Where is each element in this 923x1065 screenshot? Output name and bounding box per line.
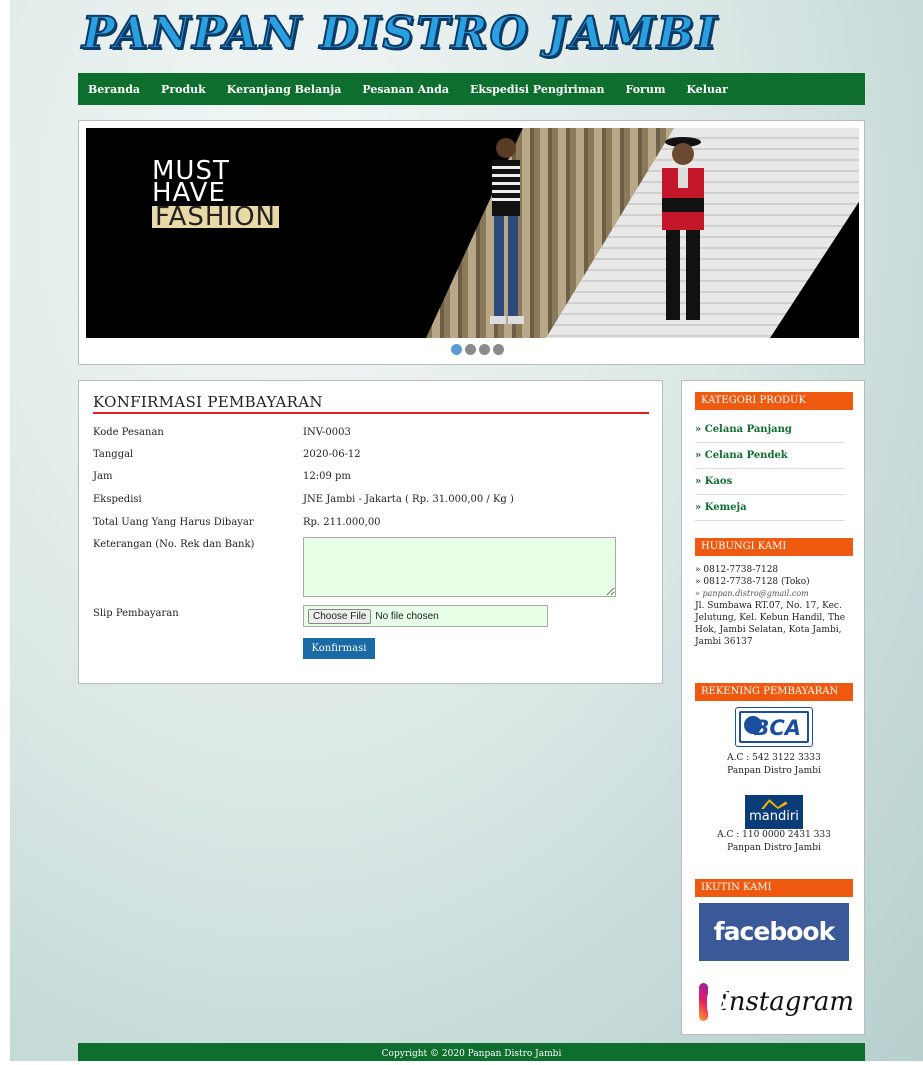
category-kaos[interactable]: » Kaos xyxy=(695,469,845,495)
field-label: Jam xyxy=(93,471,113,482)
banner-image[interactable]: MUST HAVE FASHION xyxy=(86,128,859,338)
page-title: KONFIRMASI PEMBAYARAN xyxy=(93,393,649,414)
contact-heading: HUBUNGI KAMI xyxy=(695,538,853,556)
instagram-link[interactable]: Instagram xyxy=(699,978,854,1026)
nav-keranjang-belanja[interactable]: Keranjang Belanja xyxy=(227,83,342,96)
bank-holder: Panpan Distro Jambi xyxy=(727,843,821,853)
footer: Copyright © 2020 Panpan Distro Jambi xyxy=(78,1043,865,1061)
contact-phone: » 0812-7738-7128 xyxy=(695,565,779,575)
mandiri-logo-icon: mandiri xyxy=(745,795,803,829)
note-textarea[interactable] xyxy=(303,537,616,597)
payment-confirmation-panel: KONFIRMASI PEMBAYARAN Kode Pesanan INV-0… xyxy=(78,380,663,684)
choose-file-button[interactable]: Choose File xyxy=(308,608,372,624)
slider-dot-2[interactable] xyxy=(465,344,476,355)
nav-keluar[interactable]: Keluar xyxy=(686,83,727,96)
contact-info: » 0812-7738-7128 » 0812-7738-7128 (Toko)… xyxy=(695,564,855,648)
file-status: No file chosen xyxy=(375,610,439,622)
field-label: Ekspedisi xyxy=(93,494,142,505)
banner-line3: FASHION xyxy=(152,204,279,230)
category-celana-pendek[interactable]: » Celana Pendek xyxy=(695,443,845,469)
bank-heading: REKENING PEMBAYARAN xyxy=(695,683,853,701)
bank-holder: Panpan Distro Jambi xyxy=(727,766,821,776)
field-label: Tanggal xyxy=(93,449,134,460)
category-kemeja[interactable]: » Kemeja xyxy=(695,495,845,521)
nav-ekspedisi-pengiriman[interactable]: Ekspedisi Pengiriman xyxy=(470,83,605,96)
bank-account: A.C : 110 0000 2431 333 xyxy=(717,830,831,840)
field-label: Total Uang Yang Harus Dibayar xyxy=(93,517,254,528)
banner-line2: HAVE xyxy=(152,178,226,208)
follow-heading: IKUTIN KAMI xyxy=(695,879,853,897)
field-value: JNE Jambi - Jakarta ( Rp. 31.000,00 / Kg… xyxy=(303,494,514,505)
nav-pesanan-anda[interactable]: Pesanan Anda xyxy=(362,83,449,96)
bank-account: A.C : 542 3122 3333 xyxy=(727,753,821,763)
main-nav: Beranda Produk Keranjang Belanja Pesanan… xyxy=(78,73,865,105)
slip-label: Slip Pembayaran xyxy=(93,608,179,619)
nav-forum[interactable]: Forum xyxy=(626,83,666,96)
nav-produk[interactable]: Produk xyxy=(161,83,206,96)
slider-dot-1[interactable] xyxy=(451,344,462,355)
sidebar: KATEGORI PRODUK » Celana Panjang » Celan… xyxy=(681,380,865,1035)
banner-slider: MUST HAVE FASHION xyxy=(78,120,865,365)
bank-mandiri: mandiri A.C : 110 0000 2431 333 Panpan D… xyxy=(695,795,853,855)
field-label: Kode Pesanan xyxy=(93,427,164,438)
category-celana-panjang[interactable]: » Celana Panjang xyxy=(695,417,845,443)
contact-phone-store: » 0812-7738-7128 (Toko) xyxy=(695,577,810,587)
konfirmasi-button[interactable]: Konfirmasi xyxy=(303,638,375,659)
field-value: INV-0003 xyxy=(303,427,351,438)
banner-model-right xyxy=(662,137,704,320)
slider-dot-4[interactable] xyxy=(493,344,504,355)
bank-bca: BCA A.C : 542 3122 3333 Panpan Distro Ja… xyxy=(695,707,853,778)
field-value: Rp. 211.000,00 xyxy=(303,517,381,528)
nav-beranda[interactable]: Beranda xyxy=(88,83,140,96)
banner-model-left xyxy=(490,138,524,324)
category-heading: KATEGORI PRODUK xyxy=(695,392,853,410)
contact-email: » panpan.distro@gmail.com xyxy=(695,589,809,598)
instagram-icon xyxy=(699,983,733,1021)
field-value: 12:09 pm xyxy=(303,471,351,482)
slider-dot-3[interactable] xyxy=(479,344,490,355)
facebook-logo-icon[interactable]: facebook xyxy=(699,903,849,961)
bca-logo-icon: BCA xyxy=(735,707,813,747)
site-logo[interactable]: PANPAN DISTRO JAMBI xyxy=(81,7,719,60)
slip-file-input[interactable]: Choose File No file chosen xyxy=(303,605,548,627)
note-label: Keterangan (No. Rek dan Bank) xyxy=(93,539,255,550)
contact-address: Jl. Sumbawa RT.07, No. 17, Kec. Jelutung… xyxy=(695,601,846,647)
banner-headline: MUST HAVE FASHION xyxy=(152,158,279,230)
field-value: 2020-06-12 xyxy=(303,449,361,460)
slider-dots xyxy=(451,344,504,355)
instagram-label: Instagram xyxy=(718,987,854,1017)
